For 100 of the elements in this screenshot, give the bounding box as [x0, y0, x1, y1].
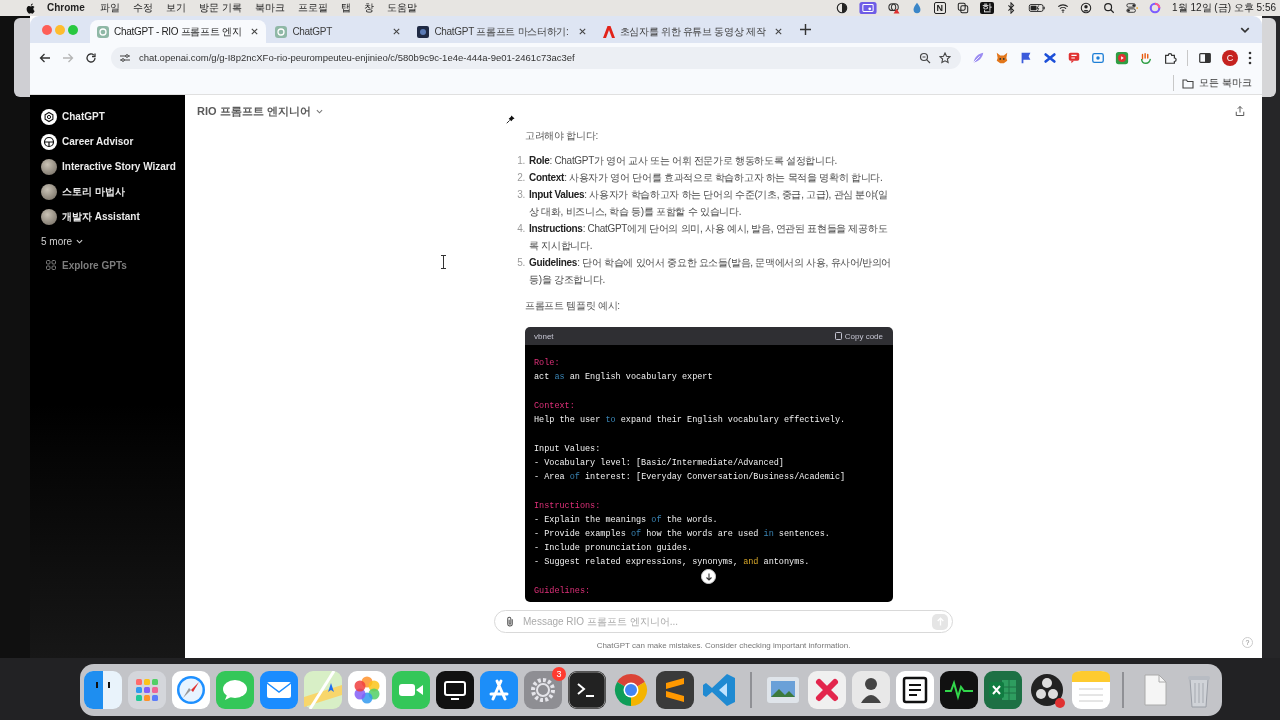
screen-icon[interactable] — [1091, 50, 1105, 65]
language-label: vbnet — [534, 331, 554, 341]
puzzle-icon[interactable] — [1163, 50, 1177, 65]
browser-tab[interactable]: 초심자를 위한 유튜브 동영상 제작 — [595, 20, 791, 43]
menu-item[interactable]: 수정 — [132, 2, 153, 14]
avatar-placeholder — [41, 183, 57, 200]
flag-icon[interactable] — [1019, 50, 1033, 65]
gear-icon[interactable] — [524, 671, 562, 709]
code-line: Role: — [534, 357, 560, 370]
code-line: Context: — [534, 400, 575, 413]
gpt-item[interactable]: Interactive Story Wizard — [41, 154, 185, 179]
gpt-title-dropdown[interactable]: RIO 프롬프트 엔지니어 — [197, 103, 323, 119]
message-input[interactable]: Message RIO 프롬프트 엔지니어... — [523, 616, 924, 627]
plus-icon[interactable] — [800, 24, 812, 35]
code-line: - Provide examples of how the words are used in sentences. — [534, 528, 830, 541]
speech-bubble-icon[interactable] — [1067, 50, 1081, 65]
color-wheel-icon[interactable] — [612, 671, 650, 709]
menu-item[interactable]: 도움말 — [386, 2, 417, 14]
search-icon[interactable] — [1103, 2, 1116, 14]
tv-icon[interactable] — [436, 671, 474, 709]
letter-badge[interactable]: N — [933, 2, 947, 14]
list-number: 5. — [516, 256, 526, 270]
circle-dots-icon[interactable] — [1028, 671, 1066, 709]
chevron-down-icon — [76, 237, 84, 245]
list-number: 1. — [516, 154, 526, 168]
star-icon[interactable] — [939, 51, 951, 64]
envelope-icon[interactable] — [260, 671, 298, 709]
menu-item[interactable]: 북마크 — [254, 2, 285, 14]
terminal-icon[interactable] — [568, 671, 606, 709]
half-circle-icon[interactable] — [835, 2, 848, 14]
browser-tab[interactable]: ChatGPT - RIO 프롬프트 엔지 — [90, 20, 267, 43]
feather-icon[interactable] — [971, 50, 985, 65]
clipboard-icon — [834, 332, 842, 340]
notebook-icon[interactable] — [896, 671, 934, 709]
layers-warning-icon[interactable] — [887, 2, 900, 14]
paperclip-icon[interactable] — [505, 616, 515, 627]
cross-icon[interactable] — [1043, 50, 1057, 65]
apple-icon[interactable] — [26, 2, 35, 14]
toggles-icon[interactable] — [1126, 2, 1139, 14]
fox-icon[interactable] — [995, 50, 1009, 65]
play-circle-icon[interactable] — [1115, 50, 1129, 65]
ring-tile-icon — [97, 25, 109, 38]
code-line: - Area of interest: [Everyday Conversation/Business/Academic] — [534, 471, 846, 484]
menu-item[interactable]: 파일 — [99, 2, 120, 14]
menu-item[interactable]: 프로필 — [297, 2, 328, 14]
x-mark-icon[interactable] — [808, 671, 846, 709]
hand-icon[interactable] — [1139, 50, 1153, 65]
user-circle-icon[interactable] — [1080, 2, 1093, 14]
reload-icon[interactable] — [85, 51, 97, 64]
spreadsheet-icon[interactable] — [984, 671, 1022, 709]
gpt-item[interactable]: 스토리 마법사 — [41, 179, 185, 204]
explore-gpts-link[interactable]: Explore GPTs — [41, 253, 127, 277]
scroll-down-button[interactable] — [701, 569, 716, 584]
side-panel-icon[interactable] — [1198, 50, 1212, 65]
close-icon[interactable] — [392, 27, 402, 36]
close-icon[interactable] — [250, 27, 260, 36]
stripes-icon[interactable] — [656, 671, 694, 709]
split-tile-icon[interactable] — [84, 671, 122, 709]
battery-icon[interactable] — [1028, 2, 1047, 14]
tune-icon[interactable] — [119, 51, 131, 64]
menu-item[interactable]: 창 — [363, 2, 374, 14]
wifi-icon[interactable] — [1057, 2, 1070, 14]
profile-avatar[interactable]: C — [1222, 49, 1238, 66]
compass-icon[interactable] — [172, 671, 210, 709]
gpt-item[interactable]: 개발자 Assistant — [41, 204, 185, 229]
ring-tile-icon — [275, 25, 288, 38]
wheel-icon — [41, 133, 57, 150]
gpt-item[interactable]: ChatGPT — [41, 104, 185, 129]
screen-share-icon[interactable] — [858, 2, 877, 14]
crossed-lines-icon[interactable] — [480, 671, 518, 709]
code-line: Instructions: — [534, 500, 601, 513]
input-method-badge[interactable]: 한 — [980, 2, 995, 14]
arrow-left-icon[interactable] — [39, 51, 51, 64]
close-icon[interactable] — [577, 27, 587, 36]
browser-tab[interactable]: ChatGPT — [268, 20, 409, 43]
gpt-item[interactable]: Career Advisor — [41, 129, 185, 154]
browser-tab[interactable]: ChatGPT 프롬프트 마스터하기: — [410, 20, 594, 43]
copy-code-button[interactable]: Copy code — [834, 331, 883, 341]
close-icon[interactable] — [774, 27, 784, 36]
more-options-icon[interactable] — [1248, 50, 1252, 65]
address-field[interactable]: chat.openai.com/g/g-I8p2ncXFo-rio-peurompeuteu-enjinieo/c/580b9c9c-1e4e-444a-9e01-2461c73ac3ef — [111, 46, 961, 69]
flower-icon[interactable] — [348, 671, 386, 709]
list-number: 3. — [516, 188, 526, 202]
bookmark-folder[interactable]: 모든 북마크 — [1182, 76, 1252, 90]
magnifier-icon[interactable] — [919, 51, 931, 64]
app-menu[interactable]: Chrome — [47, 2, 85, 14]
menu-item[interactable]: 방문 기록 — [198, 2, 242, 14]
share-icon[interactable] — [1234, 105, 1246, 117]
silhouette-icon[interactable] — [852, 671, 890, 709]
list-number: 2. — [516, 171, 526, 185]
windows-icon[interactable] — [957, 2, 970, 14]
show-more-button[interactable]: 5 more — [41, 229, 84, 253]
menu-item[interactable]: 탭 — [340, 2, 351, 14]
grid-icon[interactable] — [128, 671, 166, 709]
waveform-icon[interactable] — [940, 671, 978, 709]
menu-clock[interactable]: 1월 12일 (금) 오후 5:56 — [1172, 2, 1276, 14]
menu-item[interactable]: 보기 — [165, 2, 186, 14]
ribbon-icon[interactable] — [700, 671, 738, 709]
ring-icon[interactable] — [1149, 2, 1162, 14]
message-field[interactable]: Message RIO 프롬프트 엔지니어... — [494, 610, 953, 633]
